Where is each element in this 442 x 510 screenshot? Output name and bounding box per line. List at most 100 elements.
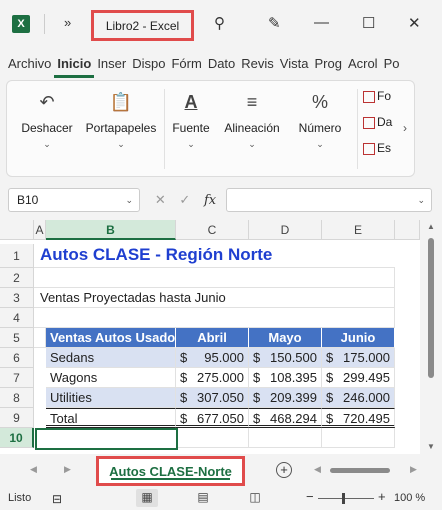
sheet-next-icon[interactable]: ▶ xyxy=(64,464,71,475)
scroll-thumb[interactable] xyxy=(428,238,434,378)
row-label-wagons[interactable]: Wagons xyxy=(46,368,176,388)
vertical-scrollbar[interactable]: ▲ ▼ xyxy=(422,220,442,454)
clipboard-group[interactable]: 📋 Portapapeles ⌄ xyxy=(81,87,161,150)
row-header-10[interactable]: 10 xyxy=(0,428,34,448)
row-header-7[interactable]: 7 xyxy=(0,368,34,388)
normal-view-icon[interactable]: ▦ xyxy=(136,489,158,507)
scroll-down-icon[interactable]: ▼ xyxy=(427,442,435,451)
row-label-total[interactable]: Total xyxy=(46,408,176,428)
enter-icon[interactable]: ✓ xyxy=(179,192,190,208)
header-junio[interactable]: Junio xyxy=(322,328,395,348)
column-header-d[interactable]: D xyxy=(249,220,322,240)
cell-styles-icon xyxy=(363,142,375,155)
quick-access-more-icon[interactable]: » xyxy=(64,15,71,30)
column-header-a[interactable]: A xyxy=(34,220,46,240)
copilot-wand-icon[interactable]: ✎ xyxy=(268,14,281,32)
tab-disposicion[interactable]: Dispo xyxy=(129,52,168,78)
zoom-slider[interactable] xyxy=(318,498,374,499)
table-cell[interactable]: $720.495 xyxy=(322,408,395,428)
column-header-c[interactable]: C xyxy=(176,220,249,240)
tab-vista[interactable]: Vista xyxy=(277,52,312,78)
cell-styles-button[interactable]: Es xyxy=(363,141,391,155)
clipboard-label: Portapapeles xyxy=(85,121,157,135)
tab-revisar[interactable]: Revis xyxy=(238,52,277,78)
sheet-tab-active[interactable]: Autos CLASE-Norte xyxy=(96,456,245,486)
row-label-sedans[interactable]: Sedans xyxy=(46,348,176,368)
table-cell[interactable]: $275.000 xyxy=(176,368,249,388)
table-cell[interactable]: $209.399 xyxy=(249,388,322,408)
select-all-corner[interactable] xyxy=(0,220,34,240)
table-cell[interactable]: $246.000 xyxy=(322,388,395,408)
accessibility-icon[interactable]: ⊟ xyxy=(52,492,62,506)
row-header-2[interactable]: 2 xyxy=(0,268,34,288)
table-cell[interactable]: $175.000 xyxy=(322,348,395,368)
undo-group[interactable]: ↶ Deshacer ⌄ xyxy=(7,87,87,150)
conditional-format-button[interactable]: Fo xyxy=(363,89,391,103)
name-box[interactable]: B10 ⌄ xyxy=(8,188,140,212)
formula-input[interactable]: ⌄ xyxy=(226,188,432,212)
row-header-5[interactable]: 5 xyxy=(0,328,34,348)
row-header-6[interactable]: 6 xyxy=(0,348,34,368)
tab-archivo[interactable]: Archivo xyxy=(0,52,54,78)
table-cell[interactable] xyxy=(249,428,322,448)
table-cell[interactable]: $299.495 xyxy=(322,368,395,388)
tab-datos[interactable]: Dato xyxy=(205,52,238,78)
hscroll-left-icon[interactable]: ◀ xyxy=(314,464,321,475)
selected-cell-b10[interactable] xyxy=(35,428,178,450)
table-cell[interactable]: $307.050 xyxy=(176,388,249,408)
close-icon[interactable]: ✕ xyxy=(408,14,421,32)
row-label-utilities[interactable]: Utilities xyxy=(46,388,176,408)
row-header-4[interactable]: 4 xyxy=(0,308,34,328)
table-cell[interactable] xyxy=(178,428,249,448)
zoom-out-icon[interactable]: − xyxy=(306,489,314,504)
tab-power-pivot[interactable]: Po xyxy=(381,52,403,78)
cell-a5[interactable] xyxy=(34,328,46,348)
chevron-down-icon: ⌄ xyxy=(125,195,133,205)
row-header-3[interactable]: 3 xyxy=(0,288,34,308)
format-as-table-button[interactable]: Da xyxy=(363,115,392,129)
table-cell[interactable]: $95.000 xyxy=(176,348,249,368)
add-sheet-icon[interactable]: + xyxy=(276,462,292,478)
table-cell[interactable]: $468.294 xyxy=(249,408,322,428)
page-break-view-icon[interactable]: ◫ xyxy=(244,489,266,507)
zoom-level[interactable]: 100 % xyxy=(394,492,425,504)
row-header-8[interactable]: 8 xyxy=(0,388,34,408)
column-header-b[interactable]: B xyxy=(46,220,176,240)
window-title: Libro2 - Excel xyxy=(91,10,194,41)
header-mayo[interactable]: Mayo xyxy=(249,328,322,348)
table-cell[interactable]: $108.395 xyxy=(249,368,322,388)
sheet-title[interactable]: Autos CLASE - Región Norte xyxy=(34,244,395,268)
number-group[interactable]: % Número ⌄ xyxy=(280,87,360,150)
minimize-icon[interactable]: — xyxy=(314,14,329,31)
column-header-e[interactable]: E xyxy=(322,220,395,240)
title-separator xyxy=(44,14,45,34)
maximize-icon[interactable]: ☐ xyxy=(362,14,375,32)
zoom-in-icon[interactable]: + xyxy=(378,489,386,504)
row-header-9[interactable]: 9 xyxy=(0,408,34,428)
hscroll-right-icon[interactable]: ▶ xyxy=(410,464,417,475)
tab-formulas[interactable]: Fórm xyxy=(168,52,204,78)
sheet-prev-icon[interactable]: ◀ xyxy=(30,464,37,475)
search-icon[interactable]: ⚲ xyxy=(214,14,225,32)
tab-acrobat[interactable]: Acrol xyxy=(345,52,381,78)
header-abril[interactable]: Abril xyxy=(176,328,249,348)
tab-inicio[interactable]: Inicio xyxy=(54,52,95,78)
tab-insertar[interactable]: Inser xyxy=(94,52,129,78)
table-cell[interactable]: $677.050 xyxy=(176,408,249,428)
page-layout-view-icon[interactable]: ▤ xyxy=(192,489,214,507)
sheet-subtitle[interactable]: Ventas Proyectadas hasta Junio xyxy=(34,288,395,308)
horizontal-scroll-thumb[interactable] xyxy=(330,468,390,473)
zoom-slider-knob[interactable] xyxy=(342,493,345,504)
insert-function-icon[interactable]: fx xyxy=(204,193,216,208)
tab-programador[interactable]: Prog xyxy=(311,52,344,78)
empty-row[interactable] xyxy=(34,268,395,288)
header-ventas[interactable]: Ventas Autos Usados xyxy=(46,328,182,348)
empty-row[interactable] xyxy=(34,308,395,328)
table-cell[interactable]: $150.500 xyxy=(249,348,322,368)
spreadsheet-grid[interactable]: A B C D E 1 2 3 4 5 6 7 8 9 10 Autos CLA… xyxy=(0,220,420,454)
ribbon-scroll-chevron-icon[interactable]: › xyxy=(403,121,407,135)
row-header-1[interactable]: 1 xyxy=(0,244,34,268)
cancel-icon[interactable]: ✕ xyxy=(155,192,166,208)
table-cell[interactable] xyxy=(322,428,395,448)
scroll-up-icon[interactable]: ▲ xyxy=(427,222,435,231)
